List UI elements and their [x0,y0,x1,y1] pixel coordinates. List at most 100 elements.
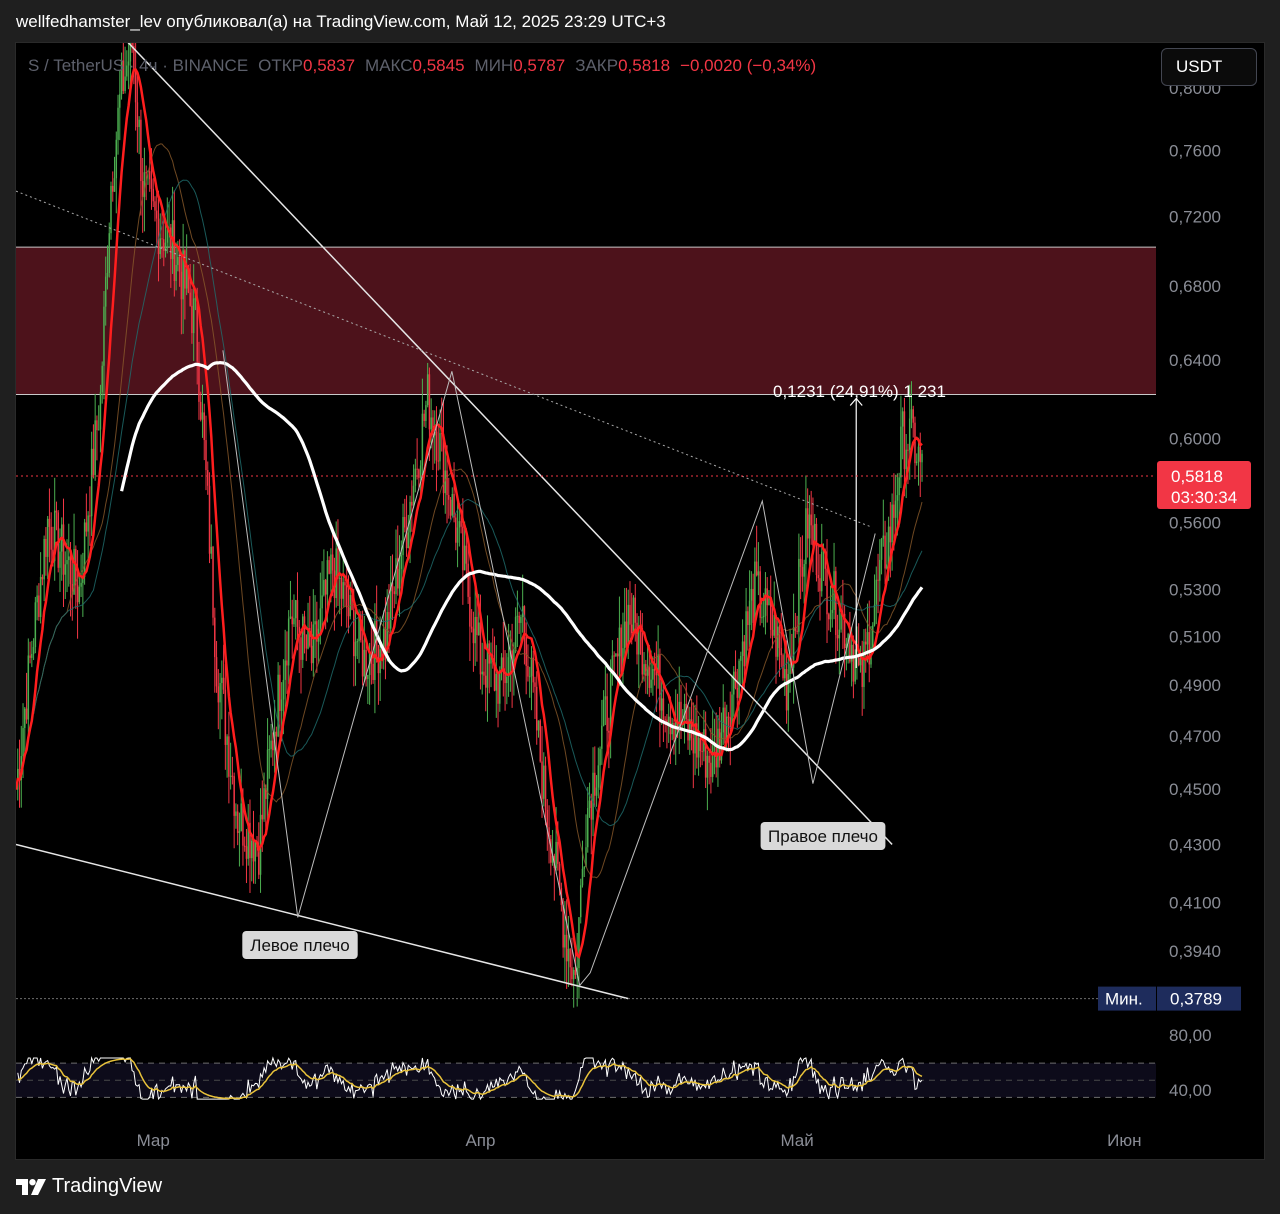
candle-body [632,597,635,633]
candle-body [525,633,527,666]
candle-body [588,800,591,808]
candle-body [395,558,397,595]
candle-body [629,604,631,625]
candle-body [625,621,628,648]
pattern-zigzag [222,350,876,987]
candle-body [891,504,893,543]
candle-body [277,674,279,737]
candle-body [481,671,483,675]
candle-body [321,595,323,609]
candle-body [148,171,151,180]
candle-body [474,616,476,644]
candle-body [592,772,594,820]
legend-high-label: МАКС [365,56,413,75]
candle-body [344,582,346,586]
candle-body [599,748,601,766]
candle-body [778,626,781,649]
candle-body [555,841,557,869]
candle-body [185,269,188,289]
candle-body [733,671,735,695]
chart-canvas[interactable]: 0,80000,76000,72000,68000,64000,60000,56… [16,43,1264,1159]
candle-body [80,582,82,587]
candle-body [423,413,425,421]
candle-body [96,420,98,431]
candle-body [261,814,264,820]
candle-body [535,686,538,731]
candle-body [175,264,177,282]
candle-body [76,585,79,603]
candle-body [606,696,608,731]
candle-body [544,765,547,810]
candle-body [820,551,823,592]
candle-body [154,201,156,211]
candle-body [571,967,573,980]
y-tick-label: 0,4100 [1169,893,1221,912]
candle-body [41,577,44,580]
candle-body [361,640,364,677]
candle-body [198,361,200,402]
tradingview-brand[interactable]: TradingView [16,1175,162,1198]
candle-body [736,688,739,698]
candle-body [124,76,126,91]
candle-body [620,627,622,675]
candle-body [857,656,860,666]
candle-body [55,510,58,513]
candle-body [838,629,841,639]
legend-symbol[interactable]: S / TetherUS · 4ч · BINANCE [28,56,248,75]
candle-body [650,679,652,688]
y-tick-label: 0,4500 [1169,780,1221,799]
candle-body [775,614,777,657]
candle-body [579,885,582,918]
y-tick-label: 0,5600 [1169,514,1221,533]
x-tick-label: Июн [1107,1131,1141,1150]
candle-body [117,107,119,140]
candle-body [710,762,712,777]
candle-body [889,526,892,543]
candle-body [826,568,828,615]
candle-body [328,560,330,574]
price-pane: 0,80000,76000,72000,68000,64000,60000,56… [16,43,1251,1011]
candle-body [706,755,709,778]
candle-body [808,514,811,539]
candle-body [872,625,874,648]
candle-body [880,538,883,560]
candle-body [472,628,475,644]
candle-body [97,429,100,431]
candle-body [664,719,666,721]
candle-body [771,629,774,636]
candle-body [34,602,37,648]
tradingview-logo-icon [16,1178,46,1195]
candle-body [326,560,329,595]
candle-body [323,580,325,596]
candle-body [752,588,754,623]
candle-body [48,518,51,527]
candle-body [310,645,313,664]
candle-body [896,495,899,501]
candle-body [270,740,272,750]
candle-body [138,119,140,128]
candle-body [537,720,540,731]
candle-body [898,477,900,496]
candle-body [852,644,855,682]
currency-button[interactable]: USDT [1161,48,1257,86]
measure-label: 0,1231 (24,91%) 1 231 [773,382,946,401]
candle-body [215,657,218,687]
candle-body [692,738,695,754]
candle-body [623,621,626,649]
candle-body [641,627,644,675]
candle-body [803,564,805,577]
chart-area[interactable]: 0,8000 0,7600 0,7200 0,6800 0,6400 0,6000 0,56… [15,42,1265,1160]
candle-body [750,588,753,601]
candle-body [784,669,786,679]
candle-body [921,453,923,463]
candle-body [347,607,350,617]
candle-body [106,272,109,277]
candle-body [915,461,918,464]
candle-body [233,776,235,816]
candle-body [101,365,103,393]
candle-body [864,641,867,645]
candle-body [806,508,809,539]
candle-body [293,618,295,625]
candle-body [652,668,654,680]
candle-body [64,564,67,575]
